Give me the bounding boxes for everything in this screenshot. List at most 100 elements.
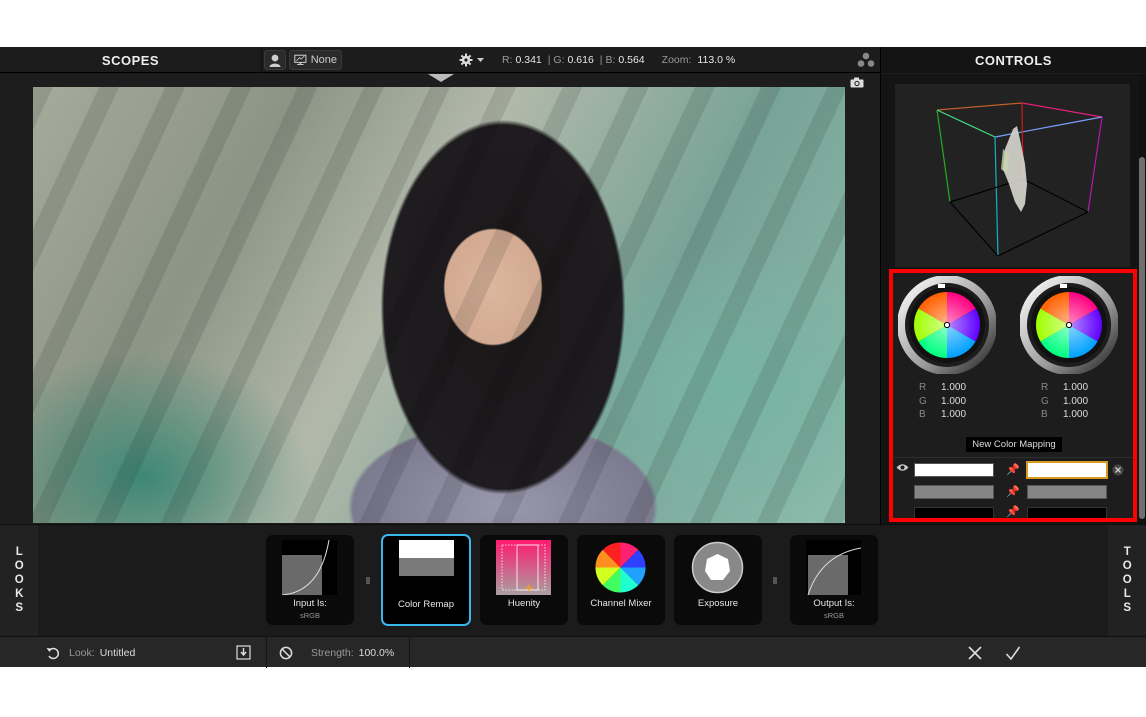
tool-input-is[interactable]: Input Is: sRGB bbox=[266, 535, 354, 625]
tool-label: Channel Mixer bbox=[590, 598, 652, 609]
collapse-arrow-icon[interactable] bbox=[428, 74, 454, 82]
target-r-label: R bbox=[1041, 382, 1049, 393]
rgb-cube-graphic bbox=[936, 102, 1103, 257]
look-value[interactable]: Untitled bbox=[100, 647, 136, 659]
strength-control[interactable]: Strength: 100.0% bbox=[311, 637, 394, 668]
source-color-wheel[interactable] bbox=[898, 276, 996, 374]
close-icon[interactable] bbox=[1112, 464, 1124, 476]
chain-separator bbox=[773, 577, 777, 584]
new-color-mapping-button[interactable]: New Color Mapping bbox=[966, 437, 1062, 452]
gear-icon bbox=[459, 53, 473, 67]
target-b-label: B bbox=[1041, 409, 1048, 420]
compare-mode-label: None bbox=[310, 54, 337, 66]
reset-look-button[interactable] bbox=[46, 637, 60, 668]
pin-icon[interactable]: 📌 bbox=[1006, 486, 1020, 498]
camera-icon[interactable] bbox=[850, 77, 864, 88]
monitor-icon bbox=[294, 54, 307, 66]
controls-title: CONTROLS bbox=[880, 47, 1146, 73]
tool-channel-mixer[interactable]: Channel Mixer bbox=[577, 535, 665, 625]
cube-edge bbox=[949, 201, 999, 257]
tool-label: Input Is: bbox=[293, 598, 327, 609]
b-readout-label: | B: bbox=[599, 54, 616, 66]
target-rgb-values: R 1.000 G 1.000 B 1.000 bbox=[1041, 381, 1088, 422]
source-b-value[interactable]: 1.000 bbox=[941, 409, 966, 420]
save-look-button[interactable] bbox=[236, 637, 251, 668]
cube-edge bbox=[1021, 102, 1103, 118]
compare-mode-button[interactable]: None bbox=[289, 50, 342, 70]
huenity-icon bbox=[496, 540, 551, 595]
looks-tab[interactable]: LOOKS bbox=[0, 525, 38, 637]
tool-label: Color Remap bbox=[398, 599, 454, 610]
bypass-button[interactable] bbox=[279, 637, 293, 668]
source-r-value[interactable]: 1.000 bbox=[941, 382, 966, 393]
target-g-value[interactable]: 1.000 bbox=[1063, 396, 1088, 407]
target-g-label: G bbox=[1041, 395, 1049, 407]
pixel-readout: R: 0.341 | G: 0.616 | B: 0.564 Zoom: 113… bbox=[502, 47, 735, 73]
r-readout-value: 0.341 bbox=[515, 54, 542, 66]
chevron-down-icon bbox=[477, 58, 484, 62]
divider bbox=[266, 637, 267, 668]
source-b-label: B bbox=[919, 409, 926, 420]
cancel-button[interactable] bbox=[967, 637, 983, 668]
channel-mixer-icon bbox=[595, 542, 646, 593]
three-dots-icon bbox=[857, 52, 875, 67]
apply-button[interactable] bbox=[1005, 637, 1021, 668]
tool-label: Huenity bbox=[507, 598, 541, 609]
input-curve-icon bbox=[282, 540, 337, 595]
tool-huenity[interactable]: Huenity bbox=[480, 535, 568, 625]
panel-scrollbar-thumb[interactable] bbox=[1139, 157, 1145, 519]
rgb-cube-scope[interactable] bbox=[895, 84, 1130, 267]
mapping-target-swatch[interactable] bbox=[1027, 507, 1107, 518]
image-viewer[interactable] bbox=[0, 74, 880, 524]
target-b-value[interactable]: 1.000 bbox=[1063, 409, 1088, 420]
settings-menu[interactable] bbox=[459, 47, 485, 73]
tools-tab[interactable]: TOOLS bbox=[1108, 525, 1146, 637]
cube-edge bbox=[997, 211, 1089, 257]
mapping-source-swatch[interactable] bbox=[914, 463, 994, 477]
mapping-target-swatch[interactable] bbox=[1026, 461, 1108, 479]
preview-image[interactable] bbox=[33, 87, 845, 523]
close-icon bbox=[968, 645, 982, 660]
source-g-value[interactable]: 1.000 bbox=[941, 396, 966, 407]
source-r-label: R bbox=[919, 382, 927, 393]
cube-edge bbox=[1087, 116, 1103, 213]
mapping-source-swatch[interactable] bbox=[914, 507, 994, 518]
g-readout-value: 0.616 bbox=[567, 54, 594, 66]
color-finesse-app: SCOPES None R: 0.341 | G: 0.616 | B: 0.5… bbox=[0, 47, 1146, 668]
divider bbox=[409, 637, 410, 668]
target-color-wheel[interactable] bbox=[1020, 276, 1118, 374]
source-g-label: G bbox=[919, 395, 927, 407]
cube-edge bbox=[936, 109, 996, 138]
chain-separator bbox=[366, 577, 370, 584]
pin-icon[interactable]: 📌 bbox=[1006, 464, 1020, 476]
tool-strip: LOOKS TOOLS Input Is: sRGB Color Remap H… bbox=[0, 524, 1146, 637]
mapping-source-swatch[interactable] bbox=[914, 485, 994, 499]
b-readout-value: 0.564 bbox=[618, 54, 645, 66]
color-swatches-button[interactable] bbox=[856, 51, 876, 69]
undo-icon bbox=[46, 647, 60, 659]
pin-icon[interactable]: 📌 bbox=[1006, 506, 1020, 518]
r-readout-label: R: bbox=[502, 54, 513, 66]
look-name: Look: Untitled bbox=[69, 637, 135, 668]
cube-edge bbox=[1022, 178, 1089, 213]
tool-label: Exposure bbox=[697, 598, 739, 609]
look-label: Look: bbox=[69, 646, 95, 659]
strength-value[interactable]: 100.0% bbox=[359, 647, 395, 659]
tool-sublabel: sRGB bbox=[823, 611, 844, 620]
tool-exposure[interactable]: Exposure bbox=[674, 535, 762, 625]
tools-tab-label: TOOLS bbox=[1121, 546, 1134, 616]
target-r-value[interactable]: 1.000 bbox=[1063, 382, 1088, 393]
mapping-target-swatch[interactable] bbox=[1027, 485, 1107, 499]
save-icon bbox=[236, 645, 251, 660]
checkmark-icon bbox=[1005, 646, 1021, 660]
looks-tab-label: LOOKS bbox=[13, 546, 26, 616]
cube-edge bbox=[936, 109, 951, 203]
color-remap-icon bbox=[399, 540, 454, 576]
scopes-title: SCOPES bbox=[0, 47, 262, 73]
controls-panel: R 1.000 G 1.000 B 1.000 R 1.000 G 1.000 B 1.00… bbox=[880, 74, 1146, 524]
tool-output-is[interactable]: Output Is: sRGB bbox=[790, 535, 878, 625]
user-view-button[interactable] bbox=[264, 50, 286, 70]
cube-edge bbox=[994, 136, 999, 257]
tool-color-remap[interactable]: Color Remap bbox=[381, 534, 471, 626]
eye-icon[interactable] bbox=[896, 463, 909, 472]
